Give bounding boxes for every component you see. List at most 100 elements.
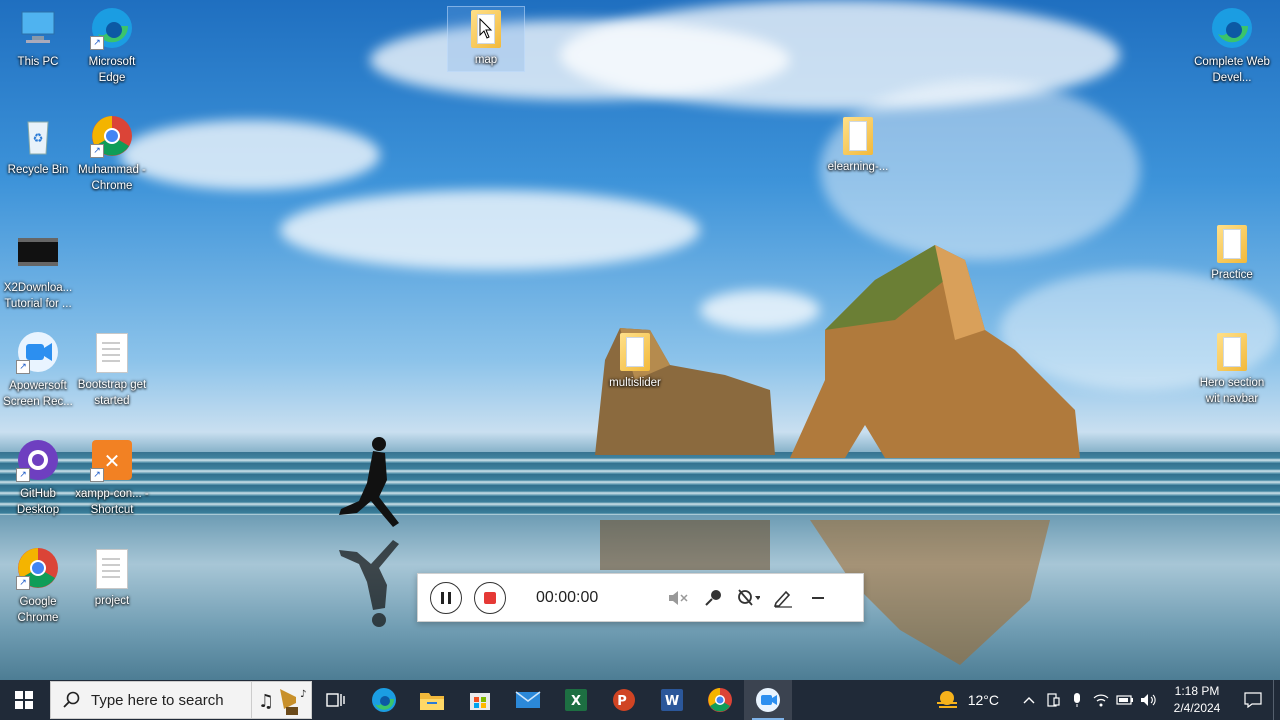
stop-button[interactable] [474, 581, 506, 614]
edge-icon [372, 688, 396, 712]
folder-icon [620, 333, 650, 371]
speaker-icon [1141, 694, 1156, 706]
phone-link-icon [1047, 693, 1060, 707]
desktop-icon-label: Muhammad - Chrome [78, 164, 146, 192]
desktop-icon-github[interactable]: ↗ GitHub Desktop [0, 438, 76, 518]
desktop-icon-chrome-profile[interactable]: ↗ Muhammad - Chrome [74, 114, 150, 194]
taskbar-powerpoint[interactable]: P [600, 680, 648, 720]
speaker-muted-icon [669, 590, 688, 605]
apowersoft-icon [756, 688, 780, 712]
wifi-button[interactable] [1089, 680, 1113, 720]
chrome-icon: ↗ [90, 114, 134, 158]
desktop-icon-label: Practice [1211, 269, 1253, 281]
shortcut-arrow-icon: ↗ [90, 144, 104, 158]
battery-button[interactable] [1113, 680, 1137, 720]
mail-icon [515, 691, 541, 708]
taskbar-search-box[interactable]: Type here to search [50, 681, 252, 719]
runner-silhouette [339, 437, 399, 527]
battery-icon [1116, 695, 1133, 705]
start-button[interactable] [0, 680, 48, 720]
weather-widget[interactable]: 12°C [934, 689, 999, 711]
desktop-icon-recycle-bin[interactable]: ♻ Recycle Bin [0, 114, 76, 178]
taskbar-file-explorer[interactable] [408, 680, 456, 720]
folder-icon [843, 117, 873, 155]
desktop-icon-label: X2Downloa... Tutorial for ... [3, 282, 73, 310]
taskbar-task-view[interactable] [312, 680, 360, 720]
minimize-recorder-button[interactable] [806, 586, 830, 610]
webcam-toggle[interactable] [736, 586, 760, 610]
chrome-icon [708, 688, 732, 712]
recording-timer: 00:00:00 [536, 588, 599, 606]
folder-icon [420, 693, 444, 710]
taskbar-edge[interactable] [360, 680, 408, 720]
desktop-icon-label: Google Chrome [17, 596, 59, 624]
show-desktop-button[interactable] [1273, 680, 1280, 720]
svg-text:♫: ♫ [258, 691, 274, 712]
xampp-icon: ✕ ↗ [90, 438, 134, 482]
desktop-icon-label: GitHub Desktop [16, 488, 60, 516]
desktop-folder-hero-section[interactable]: Hero section wit navbar [1194, 330, 1270, 407]
pause-button[interactable] [430, 581, 462, 614]
excel-icon: X [565, 689, 587, 711]
github-icon: ↗ [16, 438, 60, 482]
svg-text:P: P [617, 694, 627, 709]
search-placeholder: Type here to search [91, 691, 224, 709]
tray-microphone-icon[interactable] [1065, 680, 1089, 720]
taskbar-chrome[interactable] [696, 680, 744, 720]
desktop-icon-xampp[interactable]: ✕ ↗ xampp-con... - Shortcut [74, 438, 150, 518]
desktop-folder-multislider[interactable]: multislider [597, 330, 673, 391]
desktop-icon-project[interactable]: project [74, 546, 150, 609]
desktop-icon-x2download[interactable]: X2Downloa... Tutorial for ... [0, 232, 76, 312]
edge-icon [1210, 6, 1254, 50]
runner-reflection [339, 540, 399, 627]
volume-button[interactable] [1137, 680, 1161, 720]
clock-time: 1:18 PM [1174, 684, 1220, 698]
taskbar-microsoft-store[interactable] [456, 680, 504, 720]
svg-text:W: W [665, 694, 679, 709]
music-gramophone-icon: ♫ ♪ [258, 689, 306, 715]
svg-text:♻: ♻ [33, 131, 44, 145]
taskbar-mail[interactable] [504, 680, 552, 720]
shortcut-arrow-icon: ↗ [16, 468, 30, 482]
desktop-icon-apowersoft[interactable]: ↗ Apowersoft Screen Rec... [0, 330, 76, 410]
tray-device-icon[interactable] [1041, 680, 1065, 720]
annotate-pen-button[interactable] [771, 586, 795, 610]
microphone-toggle[interactable] [701, 586, 725, 610]
folder-icon [1217, 225, 1247, 263]
notification-center-button[interactable] [1233, 680, 1273, 720]
powerpoint-icon: P [613, 689, 635, 711]
desktop-icon-microsoft-edge[interactable]: ↗ Microsoft Edge [74, 6, 150, 86]
desktop-icon-this-pc[interactable]: This PC [0, 6, 76, 70]
desktop-folder-practice[interactable]: Practice [1194, 222, 1270, 283]
clock-date: 2/4/2024 [1173, 701, 1221, 715]
show-hidden-icons-button[interactable] [1017, 680, 1041, 720]
microphone-icon [705, 589, 721, 606]
large-rock-arch [790, 245, 1080, 458]
webcam-off-icon [738, 588, 760, 606]
weather-temperature: 12°C [967, 692, 999, 708]
desktop-icon-bootstrap[interactable]: Bootstrap get started [74, 330, 150, 409]
speaker-mute-toggle[interactable] [666, 586, 690, 610]
rock-reflection-small [600, 520, 770, 570]
desktop-icon-label: map [474, 54, 498, 66]
desktop-icon-google-chrome[interactable]: ↗ Google Chrome [0, 546, 76, 626]
desktop-icon-label: Microsoft Edge [88, 56, 136, 84]
search-icon [63, 691, 80, 708]
microphone-icon [1074, 693, 1080, 707]
desktop-icon-label: elearning-... [827, 161, 889, 173]
search-highlight-button[interactable]: ♫ ♪ [252, 681, 312, 719]
clock-button[interactable]: 1:18 PM 2/4/2024 [1161, 683, 1233, 717]
desktop-icon-complete-web[interactable]: Complete Web Devel... [1194, 6, 1270, 86]
store-icon [470, 693, 490, 710]
desktop-folder-elearning[interactable]: elearning-... [820, 114, 896, 175]
taskbar-apowersoft[interactable] [744, 680, 792, 720]
recycle-bin-icon: ♻ [16, 114, 60, 158]
taskbar-word[interactable]: W [648, 680, 696, 720]
wifi-icon [1093, 694, 1109, 707]
taskbar-excel[interactable]: X [552, 680, 600, 720]
pen-icon [773, 590, 792, 608]
desktop-icon-label: Recycle Bin [7, 164, 69, 176]
svg-text:♪: ♪ [300, 689, 306, 700]
svg-text:✕: ✕ [104, 449, 121, 473]
chrome-icon: ↗ [16, 546, 60, 590]
